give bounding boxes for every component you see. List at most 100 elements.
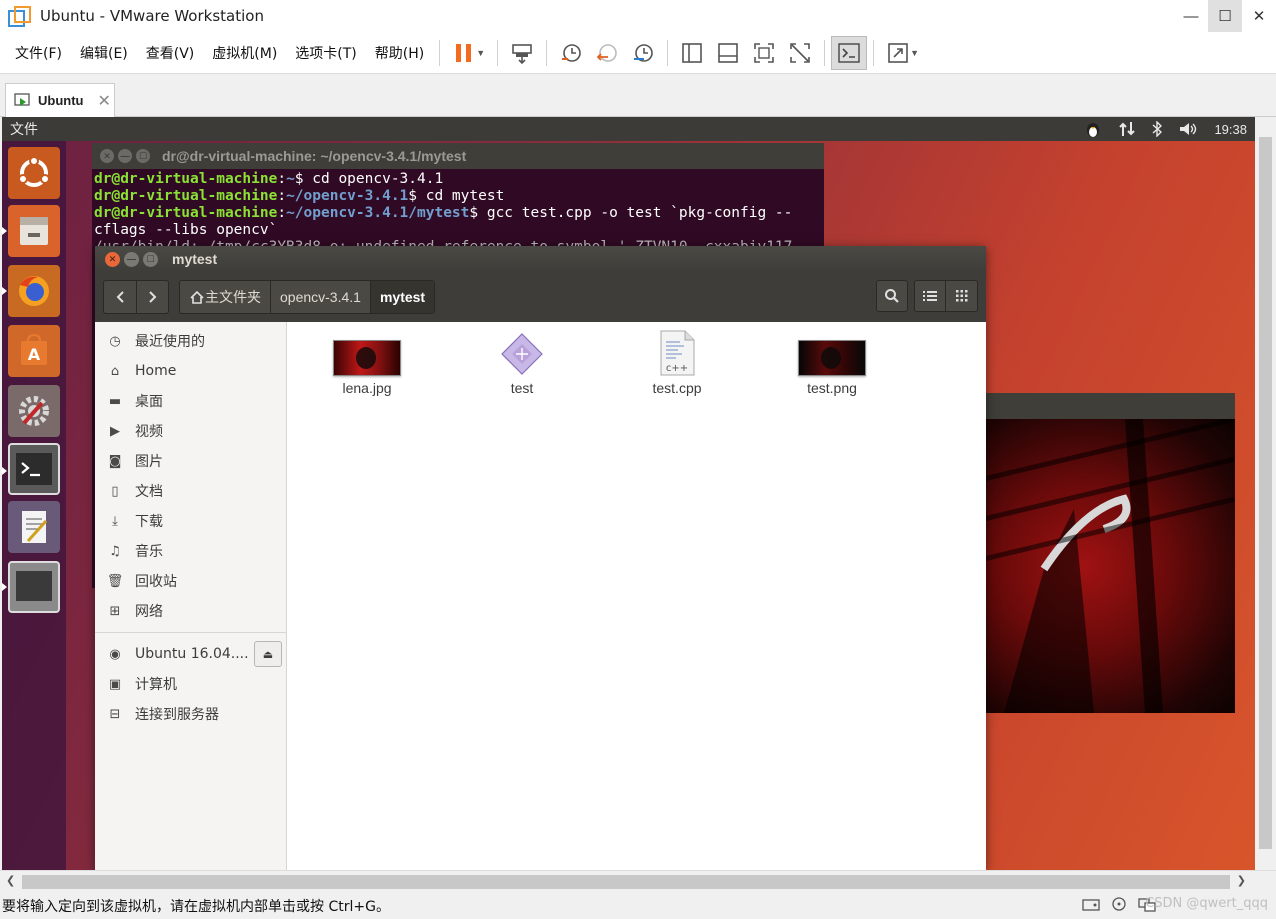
image-viewer-window[interactable] <box>984 393 1235 713</box>
vertical-scroll-thumb[interactable] <box>1259 137 1272 849</box>
snapshot-icon[interactable] <box>553 36 589 70</box>
scroll-left-icon[interactable]: ❮ <box>6 874 15 887</box>
revert-snapshot-icon[interactable] <box>589 36 625 70</box>
cd-drive-icon[interactable] <box>1110 896 1128 912</box>
global-menu-file[interactable]: 文件 <box>10 119 38 139</box>
show-library-icon[interactable] <box>674 36 710 70</box>
menu-vm[interactable]: 虚拟机(M) <box>203 43 286 63</box>
breadcrumb-opencv[interactable]: opencv-3.4.1 <box>270 281 370 313</box>
system-settings-icon[interactable] <box>8 385 60 437</box>
horizontal-scroll-thumb[interactable] <box>22 875 1230 889</box>
file-item-test-png[interactable]: test.png <box>777 340 887 396</box>
bluetooth-icon[interactable] <box>1152 121 1163 137</box>
sidebar-item-connect-server[interactable]: ⊟ 连接到服务器 <box>95 699 286 729</box>
files-minimize-button[interactable]: — <box>124 251 139 267</box>
grid-view-icon <box>955 290 967 302</box>
sidebar-item-pictures[interactable]: ◙ 图片 <box>95 446 286 476</box>
image-thumbnail-icon <box>798 340 866 376</box>
breadcrumb-mytest[interactable]: mytest <box>369 281 435 313</box>
sidebar-item-home[interactable]: ⌂ Home <box>95 356 286 386</box>
files-close-button[interactable]: ✕ <box>105 251 120 267</box>
unity-mode-icon[interactable] <box>782 36 818 70</box>
show-thumbnail-bar-icon[interactable] <box>710 36 746 70</box>
firefox-icon[interactable] <box>8 265 60 317</box>
vertical-scrollbar[interactable] <box>1255 117 1276 870</box>
grid-view-button[interactable] <box>946 280 978 312</box>
search-button[interactable] <box>876 280 908 312</box>
sidebar-item-ubuntu-disc[interactable]: ◉ Ubuntu 16.04.... ⏏ <box>95 639 286 669</box>
sidebar-item-documents[interactable]: ▯ 文档 <box>95 476 286 506</box>
send-ctrl-alt-del-icon[interactable] <box>504 36 540 70</box>
sidebar-item-label: 视频 <box>135 424 163 440</box>
console-view-icon[interactable] <box>831 35 868 70</box>
toolbar-separator <box>497 39 499 66</box>
tab-ubuntu[interactable]: Ubuntu ✕ <box>5 83 115 117</box>
menu-file[interactable]: 文件(F) <box>6 43 71 63</box>
trash-icon: 🗑 <box>106 573 124 589</box>
sidebar-item-videos[interactable]: ▶ 视频 <box>95 416 286 446</box>
files-titlebar[interactable]: ✕ — ☐ mytest <box>95 246 986 272</box>
network-transfer-icon[interactable] <box>1118 121 1136 137</box>
file-item-lena[interactable]: lena.jpg <box>312 340 422 396</box>
terminal-launcher-icon[interactable] <box>8 443 60 495</box>
stretch-dropdown-icon[interactable]: ▼ <box>910 48 919 58</box>
software-center-icon[interactable]: A <box>8 325 60 377</box>
hard-disk-icon[interactable] <box>1082 896 1100 912</box>
image-viewer-titlebar[interactable] <box>984 393 1235 419</box>
file-item-test[interactable]: test <box>467 332 577 396</box>
tab-close-icon[interactable]: ✕ <box>97 91 110 111</box>
tab-label: Ubuntu <box>38 93 84 108</box>
file-name: test.png <box>807 380 857 396</box>
pause-dropdown-icon[interactable]: ▼ <box>476 48 485 58</box>
chevron-left-icon <box>116 291 124 303</box>
file-grid[interactable]: lena.jpg test c++ test.cpp test.png <box>287 322 986 870</box>
eject-icon[interactable]: ⏏ <box>254 641 282 667</box>
text-editor-icon[interactable] <box>8 501 60 553</box>
sidebar-item-network[interactable]: ⊞ 网络 <box>95 596 286 626</box>
menu-tabs[interactable]: 选项卡(T) <box>286 43 365 63</box>
terminal-output[interactable]: dr@dr-virtual-machine:~$ cd opencv-3.4.1… <box>92 169 824 258</box>
files-maximize-button[interactable]: ☐ <box>143 251 158 267</box>
image-viewer-launcher-icon[interactable] <box>8 561 60 613</box>
sidebar-item-trash[interactable]: 🗑 回收站 <box>95 566 286 596</box>
maximize-button[interactable]: ☐ <box>1208 0 1242 32</box>
toolbar-separator <box>873 39 875 66</box>
terminal-maximize-button[interactable]: ☐ <box>136 149 150 163</box>
list-view-button[interactable] <box>914 280 946 312</box>
sidebar-item-music[interactable]: ♫ 音乐 <box>95 536 286 566</box>
volume-icon[interactable] <box>1178 121 1198 137</box>
menu-help[interactable]: 帮助(H) <box>366 43 433 63</box>
files-window[interactable]: ✕ — ☐ mytest 主文件夹 opencv-3.4.1 mytest ◷ … <box>95 246 986 870</box>
terminal-titlebar[interactable]: ✕ — ☐ dr@dr-virtual-machine: ~/opencv-3.… <box>92 143 824 169</box>
terminal-minimize-button[interactable]: — <box>118 149 132 163</box>
back-button[interactable] <box>104 281 136 313</box>
close-button[interactable]: ✕ <box>1242 0 1276 32</box>
dash-home-icon[interactable] <box>8 147 60 199</box>
files-launcher-icon[interactable] <box>8 205 60 257</box>
sidebar-item-desktop[interactable]: ▬ 桌面 <box>95 386 286 416</box>
minimize-button[interactable]: — <box>1174 0 1208 32</box>
menu-edit[interactable]: 编辑(E) <box>71 43 137 63</box>
breadcrumb-home[interactable]: 主文件夹 <box>180 281 270 313</box>
scroll-right-icon[interactable]: ❯ <box>1237 874 1246 887</box>
menu-view[interactable]: 查看(V) <box>137 43 204 63</box>
clock-text[interactable]: 19:38 <box>1214 122 1247 137</box>
home-icon <box>190 290 204 304</box>
sidebar-item-downloads[interactable]: ⤓ 下载 <box>95 506 286 536</box>
penguin-icon[interactable] <box>1084 120 1102 138</box>
sidebar-item-recent[interactable]: ◷ 最近使用的 <box>95 326 286 356</box>
breadcrumb: 主文件夹 opencv-3.4.1 mytest <box>179 280 436 314</box>
forward-button[interactable] <box>136 281 168 313</box>
full-screen-icon[interactable] <box>746 36 782 70</box>
prompt-path: ~/opencv-3.4.1/mytest <box>286 205 470 221</box>
breadcrumb-label: 主文件夹 <box>205 289 261 305</box>
file-name: test <box>510 380 534 396</box>
horizontal-scrollbar[interactable]: ❮ ❯ <box>0 870 1276 892</box>
snapshot-manager-icon[interactable] <box>625 36 661 70</box>
music-icon: ♫ <box>109 543 121 559</box>
files-toolbar: 主文件夹 opencv-3.4.1 mytest <box>95 272 986 322</box>
file-item-test-cpp[interactable]: c++ test.cpp <box>622 330 732 396</box>
ubuntu-desktop[interactable]: 文件 19:38 A ✕ — ☐ dr@dr-virtual-machine: … <box>2 117 1255 870</box>
sidebar-item-computer[interactable]: ▣ 计算机 <box>95 669 286 699</box>
terminal-close-button[interactable]: ✕ <box>100 149 114 163</box>
